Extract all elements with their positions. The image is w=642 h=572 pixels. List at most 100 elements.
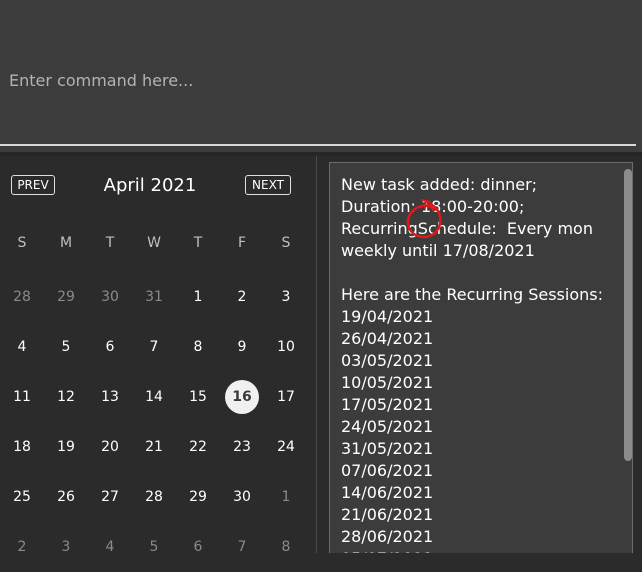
day-number: 9 (237, 339, 247, 355)
result-line: weekly until 17/08/2021 (341, 241, 535, 260)
day-number: 5 (61, 339, 71, 355)
result-line (341, 262, 616, 284)
result-line: 03/05/2021 (341, 351, 434, 370)
calendar-day[interactable]: 4 (88, 522, 132, 572)
calendar-day[interactable]: 18 (0, 422, 44, 472)
weekday-header: S (17, 235, 27, 251)
day-number: 8 (193, 339, 203, 355)
calendar-day[interactable]: 19 (44, 422, 88, 472)
result-line: 24/05/2021 (341, 417, 434, 436)
calendar-day[interactable]: 27 (88, 472, 132, 522)
result-line: 07/06/2021 (341, 461, 434, 480)
day-number: 18 (13, 439, 31, 455)
day-number: 4 (17, 339, 27, 355)
next-month-button[interactable]: NEXT (245, 175, 291, 195)
calendar-day[interactable]: 8 (264, 522, 308, 572)
weekday-header: T (105, 235, 115, 251)
weekday-header: S (281, 235, 291, 251)
day-number: 29 (57, 289, 75, 305)
weekday-header: T (193, 235, 203, 251)
calendar-day[interactable]: 25 (0, 472, 44, 522)
calendar-day[interactable]: 13 (88, 372, 132, 422)
calendar-day[interactable]: 12 (44, 372, 88, 422)
calendar-day[interactable]: 5 (132, 522, 176, 572)
result-panel: New task added: dinner; Duration: 18:00-2… (317, 156, 642, 553)
result-line: 28/06/2021 (341, 527, 434, 546)
result-line: RecurringSchedule: Every mon (341, 219, 593, 238)
result-line: 31/05/2021 (341, 439, 434, 458)
day-number: 12 (57, 389, 75, 405)
calendar-day[interactable]: 3 (44, 522, 88, 572)
calendar-day[interactable]: 29 (44, 272, 88, 322)
day-number: 1 (281, 489, 291, 505)
calendar-day[interactable]: 23 (220, 422, 264, 472)
calendar-day[interactable]: 11 (0, 372, 44, 422)
calendar-day[interactable]: 24 (264, 422, 308, 472)
day-number: 14 (145, 389, 163, 405)
calendar-day[interactable]: 26 (44, 472, 88, 522)
day-number: 11 (13, 389, 31, 405)
calendar-day[interactable]: 6 (88, 322, 132, 372)
calendar-day[interactable]: 3 (264, 272, 308, 322)
day-number: 21 (145, 439, 163, 455)
day-number: 6 (105, 339, 115, 355)
day-number: 17 (277, 389, 295, 405)
day-number: 19 (57, 439, 75, 455)
day-number: 2 (237, 289, 247, 305)
month-title: April 2021 (103, 175, 197, 196)
calendar-day[interactable]: 10 (264, 322, 308, 372)
calendar-grid: S M T W T F S 28 29 30 31 1 2 3 4 5 6 7 8 9 10 11 12 13 14 15 16 17… (0, 222, 308, 572)
calendar-day[interactable]: 9 (220, 322, 264, 372)
calendar-day[interactable]: 20 (88, 422, 132, 472)
result-line: Duration: 18:00-20:00; (341, 197, 525, 216)
calendar-day[interactable]: 15 (176, 372, 220, 422)
calendar-day[interactable]: 2 (0, 522, 44, 572)
calendar-day[interactable]: 1 (176, 272, 220, 322)
day-number: 15 (189, 389, 207, 405)
day-number: 16 (225, 380, 259, 414)
weekday-header: F (237, 235, 247, 251)
result-line: 05/07/2021 (341, 548, 616, 553)
calendar-day[interactable]: 30 (88, 272, 132, 322)
result-line: 17/05/2021 (341, 395, 434, 414)
command-box (0, 0, 642, 152)
calendar-day[interactable]: 31 (132, 272, 176, 322)
calendar-day[interactable]: 17 (264, 372, 308, 422)
day-number: 30 (233, 489, 251, 505)
calendar-day[interactable]: 28 (0, 272, 44, 322)
calendar-day[interactable]: 7 (132, 322, 176, 372)
calendar-day[interactable]: 29 (176, 472, 220, 522)
calendar-day[interactable]: 22 (176, 422, 220, 472)
calendar-day-today[interactable]: 16 (220, 372, 264, 422)
result-line: 19/04/2021 (341, 307, 434, 326)
day-number: 26 (57, 489, 75, 505)
weekday-header: W (147, 235, 161, 251)
result-scrollbar[interactable] (624, 169, 632, 461)
day-number: 28 (145, 489, 163, 505)
day-number: 3 (281, 289, 291, 305)
result-text: New task added: dinner; Duration: 18:00-2… (341, 174, 616, 553)
calendar-day[interactable]: 6 (176, 522, 220, 572)
calendar-day[interactable]: 30 (220, 472, 264, 522)
calendar-day[interactable]: 8 (176, 322, 220, 372)
calendar-day[interactable]: 5 (44, 322, 88, 372)
day-number: 30 (101, 289, 119, 305)
calendar-day[interactable]: 7 (220, 522, 264, 572)
command-input[interactable] (0, 0, 636, 146)
calendar-day[interactable]: 21 (132, 422, 176, 472)
day-number: 31 (145, 289, 163, 305)
day-number: 13 (101, 389, 119, 405)
annotation-circle-mark (406, 199, 442, 239)
calendar-day[interactable]: 28 (132, 472, 176, 522)
weekday-header: M (59, 235, 73, 251)
day-number: 20 (101, 439, 119, 455)
calendar-day[interactable]: 1 (264, 472, 308, 522)
day-number: 25 (13, 489, 31, 505)
day-number: 28 (13, 289, 31, 305)
result-line: New task added: dinner; (341, 175, 538, 194)
calendar-day[interactable]: 2 (220, 272, 264, 322)
calendar-day[interactable]: 4 (0, 322, 44, 372)
prev-month-button[interactable]: PREV (11, 175, 55, 195)
day-number: 7 (149, 339, 159, 355)
calendar-day[interactable]: 14 (132, 372, 176, 422)
